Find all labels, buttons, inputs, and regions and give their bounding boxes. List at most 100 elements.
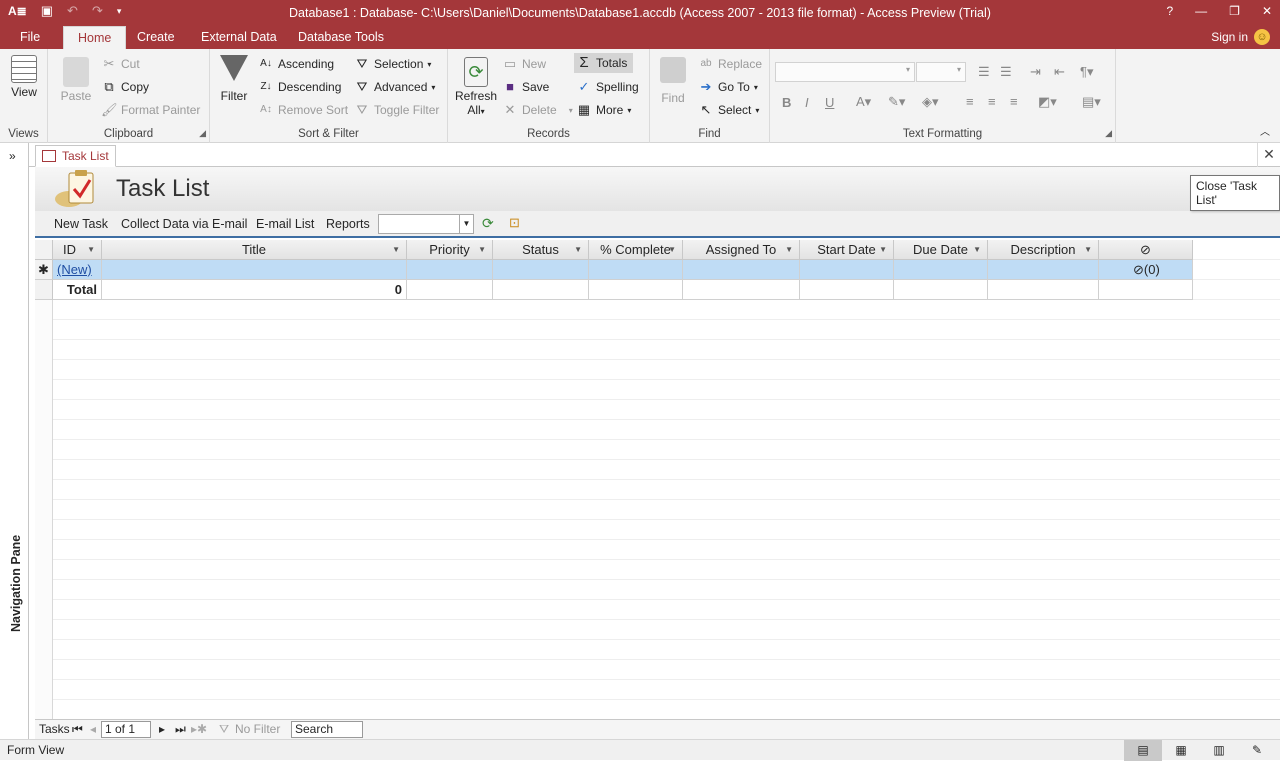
dropdown-arrow-icon[interactable]: ▼ xyxy=(392,240,400,259)
underline-button[interactable]: U xyxy=(825,95,834,110)
italic-button[interactable]: I xyxy=(805,95,809,110)
align-right-icon[interactable]: ≡ xyxy=(1010,94,1018,109)
view-button[interactable]: View xyxy=(6,55,42,99)
col-header-status[interactable]: Status ▼ xyxy=(493,240,589,260)
cell-assigned-to[interactable] xyxy=(683,260,800,280)
goto-button[interactable]: ➔ Go To ▾ xyxy=(698,79,758,95)
remove-sort-button[interactable]: A↕ Remove Sort xyxy=(258,102,348,118)
gridlines-icon[interactable]: ▤▾ xyxy=(1082,94,1101,110)
email-list-link[interactable]: E-mail List xyxy=(256,217,314,231)
col-header-id[interactable]: ID ▼ xyxy=(53,240,102,260)
form-view-icon[interactable]: ▤ xyxy=(1124,740,1162,761)
col-header-start-date[interactable]: Start Date ▼ xyxy=(800,240,894,260)
description-total[interactable] xyxy=(988,280,1099,300)
help-button[interactable]: ? xyxy=(1166,4,1173,18)
align-left-icon[interactable]: ≡ xyxy=(966,94,974,109)
table-row[interactable]: ✱ (New) ⊘(0) xyxy=(35,260,1193,280)
cell-start-date[interactable] xyxy=(800,260,894,280)
tab-home[interactable]: Home xyxy=(63,26,127,50)
col-header-title[interactable]: Title ▼ xyxy=(102,240,407,260)
tab-database-tools[interactable]: Database Tools xyxy=(298,30,384,44)
no-filter-icon[interactable]: ⛛ xyxy=(219,722,229,737)
new-record-marker[interactable]: ✱ xyxy=(35,260,53,280)
minimize-button[interactable]: — xyxy=(1195,4,1207,18)
col-header-percent-complete[interactable]: % Complete ▼ xyxy=(589,240,683,260)
navigation-pane[interactable]: » Navigation Pane xyxy=(0,143,29,739)
select-button[interactable]: ↖ Select ▾ xyxy=(698,102,760,118)
due-total[interactable] xyxy=(894,280,988,300)
last-record-icon[interactable]: ⏭ xyxy=(175,722,186,737)
font-name-box[interactable]: ▾ xyxy=(775,62,915,82)
next-record-icon[interactable]: ▸ xyxy=(159,722,165,736)
highlight-icon[interactable]: ✎▾ xyxy=(888,94,905,110)
bold-button[interactable]: B xyxy=(782,95,791,110)
attachments-total[interactable] xyxy=(1099,280,1193,300)
percent-total[interactable] xyxy=(589,280,683,300)
cell-priority[interactable] xyxy=(407,260,493,280)
dropdown-arrow-icon[interactable]: ▼ xyxy=(785,240,793,259)
tab-create[interactable]: Create xyxy=(137,30,175,44)
dropdown-arrow-icon[interactable]: ▼ xyxy=(87,240,95,259)
datasheet[interactable]: ID ▼ Title ▼ Priority ▼ Status ▼ % Complete ▼… xyxy=(35,240,1280,719)
datasheet-view-icon[interactable]: ▦ xyxy=(1162,740,1200,761)
sign-in-label[interactable]: Sign in xyxy=(1211,30,1248,44)
dropdown-arrow-icon[interactable]: ▼ xyxy=(879,240,887,259)
col-header-due-date[interactable]: Due Date ▼ xyxy=(894,240,988,260)
col-header-priority[interactable]: Priority ▼ xyxy=(407,240,493,260)
refresh-all-button[interactable]: ⟳ Refresh All▾ xyxy=(454,57,498,117)
replace-button[interactable]: ab Replace xyxy=(698,56,762,72)
paste-button[interactable]: Paste xyxy=(56,57,96,103)
start-total[interactable] xyxy=(800,280,894,300)
cell-percent-complete[interactable] xyxy=(589,260,683,280)
layout-view-icon[interactable]: ▥ xyxy=(1200,740,1238,761)
font-size-box[interactable]: ▾ xyxy=(916,62,966,82)
first-record-icon[interactable]: ⏮ xyxy=(72,722,83,737)
tab-external-data[interactable]: External Data xyxy=(201,30,277,44)
refresh-form-icon[interactable]: ⟳ xyxy=(482,215,494,232)
prev-record-icon[interactable]: ◂ xyxy=(90,722,96,736)
align-center-icon[interactable]: ≡ xyxy=(988,94,996,109)
doc-tab-task-list[interactable]: Task List xyxy=(35,145,116,167)
filter-button[interactable]: Filter xyxy=(218,55,250,103)
title-total-value[interactable]: 0 xyxy=(102,280,407,300)
dropdown-arrow-icon[interactable]: ▼ xyxy=(478,240,486,259)
outdent-icon[interactable]: ⇤ xyxy=(1054,64,1065,80)
paragraph-direction-icon[interactable]: ¶▾ xyxy=(1080,64,1094,80)
cell-description[interactable] xyxy=(988,260,1099,280)
status-total[interactable] xyxy=(493,280,589,300)
cell-attachments[interactable]: ⊘(0) xyxy=(1099,260,1193,280)
alternate-row-color-icon[interactable]: ◩▾ xyxy=(1038,94,1057,110)
dropdown-arrow-icon[interactable]: ▼ xyxy=(973,240,981,259)
col-header-assigned-to[interactable]: Assigned To ▼ xyxy=(683,240,800,260)
numbering-icon[interactable]: ☰ xyxy=(1000,64,1012,80)
expand-nav-icon[interactable]: » xyxy=(9,149,16,163)
collapse-ribbon-icon[interactable]: ︿ xyxy=(1260,123,1270,138)
new-record-button[interactable]: ▭ New xyxy=(502,56,546,72)
delete-record-button[interactable]: ✕ Delete ▾ xyxy=(502,102,573,118)
priority-total[interactable] xyxy=(407,280,493,300)
fill-color-icon[interactable]: ◈▾ xyxy=(922,94,939,110)
cut-button[interactable]: ✂ Cut xyxy=(101,56,140,72)
no-filter-label[interactable]: No Filter xyxy=(235,722,280,736)
descending-button[interactable]: Z↓ Descending xyxy=(258,79,341,95)
clipboard-launcher-icon[interactable]: ◢ xyxy=(199,128,206,139)
close-tab-button[interactable]: ✕ xyxy=(1257,143,1280,167)
new-task-link[interactable]: New Task xyxy=(54,217,108,231)
select-all-corner[interactable] xyxy=(35,240,53,260)
totals-button[interactable]: Σ Totals xyxy=(574,53,634,73)
advanced-button[interactable]: ⛛ Advanced ▾ xyxy=(354,79,436,95)
save-record-button[interactable]: ■ Save xyxy=(502,79,549,95)
assigned-total[interactable] xyxy=(683,280,800,300)
close-window-button[interactable]: ✕ xyxy=(1262,4,1272,18)
ascending-button[interactable]: A↓ Ascending xyxy=(258,56,334,72)
sign-in[interactable]: Sign in ☺ xyxy=(1211,29,1270,45)
reports-dropdown[interactable]: ▼ xyxy=(378,214,474,234)
more-button[interactable]: ▦ More ▾ xyxy=(576,102,632,118)
copy-button[interactable]: ⧉ Copy xyxy=(101,79,149,95)
selection-button[interactable]: ⛛ Selection ▾ xyxy=(354,56,432,72)
cell-due-date[interactable] xyxy=(894,260,988,280)
dropdown-arrow-icon[interactable]: ▼ xyxy=(1084,240,1092,259)
toggle-filter-button[interactable]: ⛛ Toggle Filter xyxy=(354,102,440,118)
cell-title[interactable] xyxy=(102,260,407,280)
current-record-box[interactable]: 1 of 1 xyxy=(101,721,151,738)
